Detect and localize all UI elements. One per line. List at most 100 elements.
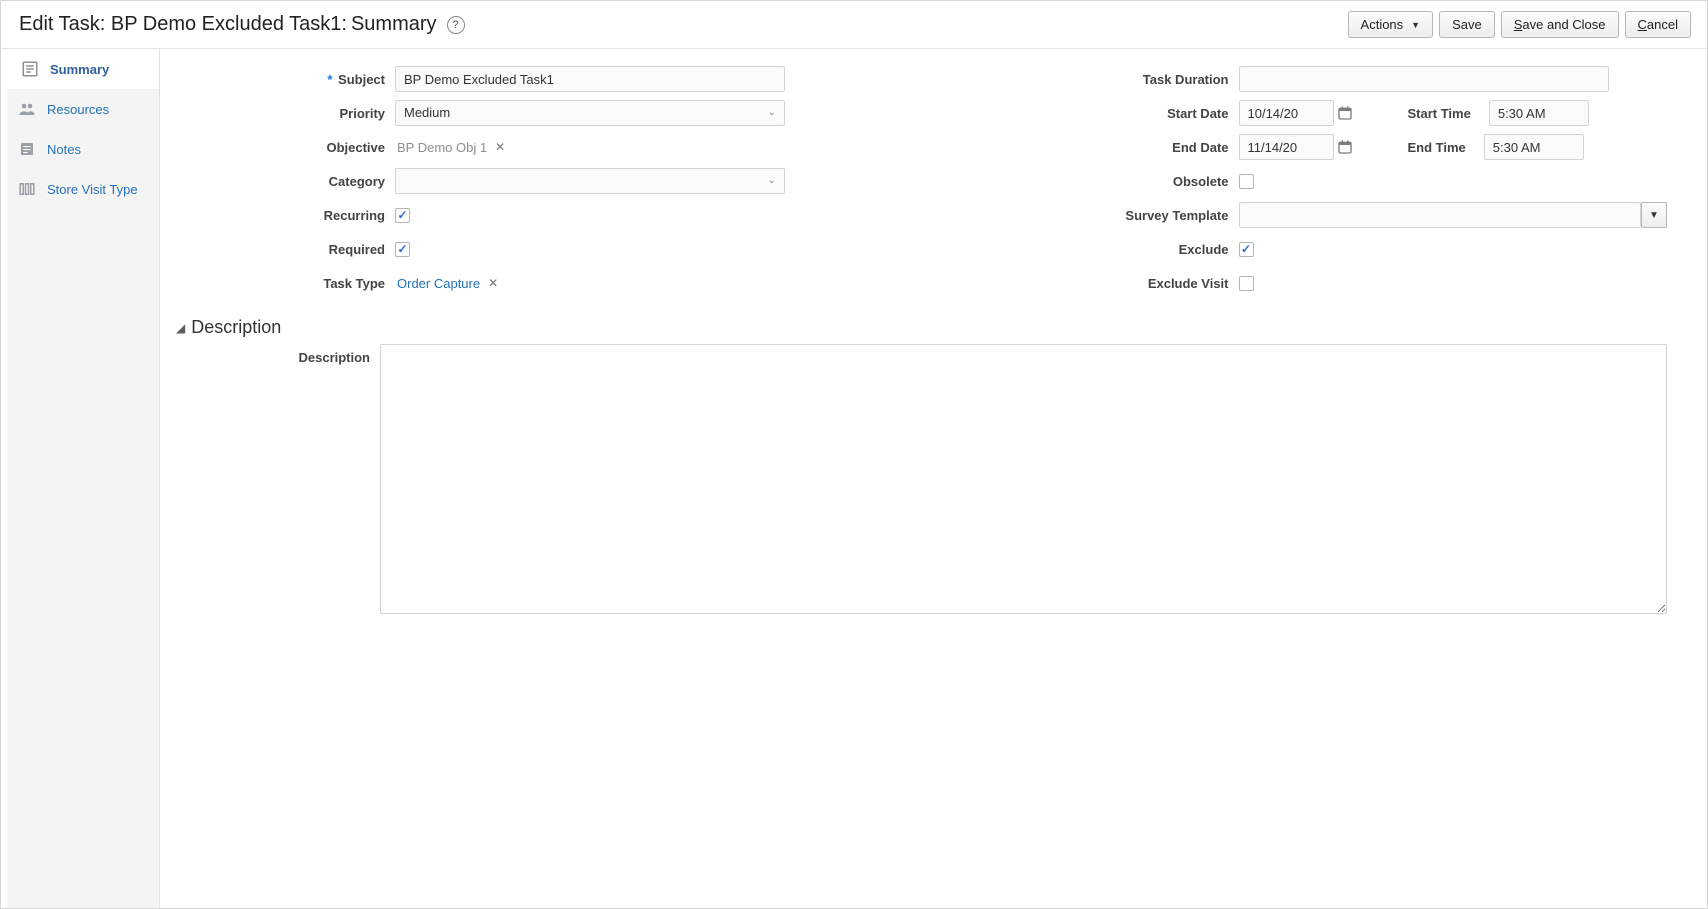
recurring-row: Recurring: [170, 201, 899, 229]
subject-label: * Subject: [170, 72, 395, 87]
exclude-label: Exclude: [939, 242, 1239, 257]
priority-value: Medium: [404, 101, 450, 125]
actions-button[interactable]: Actions ▼: [1348, 11, 1434, 38]
priority-select[interactable]: Medium ⌄: [395, 100, 785, 126]
title-prefix: Edit Task: BP Demo Excluded Task1:: [19, 13, 347, 36]
header-button-bar: Actions ▼ Save Save and Close Cancel: [1348, 11, 1691, 38]
calendar-icon[interactable]: [1336, 102, 1354, 124]
cancel-button[interactable]: Cancel: [1625, 11, 1691, 38]
start-date-input[interactable]: [1239, 100, 1334, 126]
objective-remove-icon[interactable]: ✕: [495, 140, 505, 154]
end-date-row: End Date End Time: [939, 133, 1668, 161]
save-and-close-button[interactable]: Save and Close: [1501, 11, 1619, 38]
required-label: Required: [170, 242, 395, 257]
recurring-label: Recurring: [170, 208, 395, 223]
main-content: * Subject Priority Medium ⌄: [160, 49, 1707, 908]
recurring-checkbox[interactable]: [395, 208, 410, 223]
task-type-row: Task Type Order Capture ✕: [170, 269, 899, 297]
form-col-right: Task Duration Start Date: [939, 59, 1668, 303]
start-time-label: Start Time: [1408, 106, 1471, 121]
sidebar-item-label: Summary: [50, 62, 109, 77]
exclude-visit-label: Exclude Visit: [939, 276, 1239, 291]
description-section-header[interactable]: ◢ Description: [176, 317, 1667, 338]
category-label: Category: [170, 174, 395, 189]
help-icon[interactable]: ?: [447, 16, 465, 34]
objective-chip-text: BP Demo Obj 1: [397, 140, 487, 155]
priority-label: Priority: [170, 106, 395, 121]
chevron-down-icon: ▼: [1411, 20, 1420, 30]
subject-input[interactable]: [395, 66, 785, 92]
notes-icon: [17, 139, 37, 159]
save-button-label: Save: [1452, 17, 1482, 32]
description-row: Description: [170, 344, 1667, 614]
exclude-checkbox[interactable]: [1239, 242, 1254, 257]
sidebar-item-resources[interactable]: Resources: [7, 89, 159, 129]
page-root: Edit Task: BP Demo Excluded Task1: Summa…: [0, 0, 1708, 909]
start-time-input[interactable]: [1489, 100, 1589, 126]
cancel-button-label: Cancel: [1638, 17, 1678, 32]
chevron-down-icon: ⌄: [768, 101, 776, 125]
obsolete-checkbox[interactable]: [1239, 174, 1254, 189]
start-time-wrap: [1489, 100, 1589, 126]
sidebar-item-label: Resources: [47, 102, 109, 117]
end-date-input[interactable]: [1239, 134, 1334, 160]
category-select[interactable]: ⌄: [395, 168, 785, 194]
subject-row: * Subject: [170, 65, 899, 93]
required-asterisk-icon: *: [327, 72, 332, 87]
end-time-label: End Time: [1408, 140, 1466, 155]
disclosure-triangle-icon: ◢: [176, 321, 185, 335]
sidebar-item-notes[interactable]: Notes: [7, 129, 159, 169]
summary-icon: [20, 59, 40, 79]
form-columns: * Subject Priority Medium ⌄: [170, 59, 1667, 303]
end-date-wrap: [1239, 134, 1354, 160]
form-col-left: * Subject Priority Medium ⌄: [170, 59, 899, 303]
objective-label: Objective: [170, 140, 395, 155]
end-time-wrap: [1484, 134, 1584, 160]
start-date-label: Start Date: [939, 106, 1239, 121]
task-type-chip-text[interactable]: Order Capture: [397, 276, 480, 291]
task-duration-input[interactable]: [1239, 66, 1609, 92]
category-row: Category ⌄: [170, 167, 899, 195]
duration-row: Task Duration: [939, 65, 1668, 93]
sidebar-item-store-visit-type[interactable]: Store Visit Type: [7, 169, 159, 209]
end-time-input[interactable]: [1484, 134, 1584, 160]
task-type-remove-icon[interactable]: ✕: [488, 276, 498, 290]
exclude-visit-row: Exclude Visit: [939, 269, 1668, 297]
chevron-down-icon: ⌄: [768, 169, 776, 193]
page-header: Edit Task: BP Demo Excluded Task1: Summa…: [1, 1, 1707, 49]
page-title: Edit Task: BP Demo Excluded Task1: Summa…: [19, 13, 465, 36]
description-textarea[interactable]: [380, 344, 1667, 614]
objective-chip: BP Demo Obj 1 ✕: [395, 140, 899, 155]
resources-icon: [17, 99, 37, 119]
required-row: Required: [170, 235, 899, 263]
sidebar-item-label: Notes: [47, 142, 81, 157]
required-checkbox[interactable]: [395, 242, 410, 257]
page-body: Summary Resources Notes Store Visit Type: [1, 49, 1707, 908]
save-button[interactable]: Save: [1439, 11, 1495, 38]
obsolete-row: Obsolete: [939, 167, 1668, 195]
sidebar-item-summary[interactable]: Summary: [7, 49, 159, 89]
exclude-row: Exclude: [939, 235, 1668, 263]
survey-template-row: Survey Template ▼: [939, 201, 1668, 229]
task-type-label: Task Type: [170, 276, 395, 291]
title-suffix: Summary: [351, 13, 437, 36]
exclude-visit-checkbox[interactable]: [1239, 276, 1254, 291]
description-label: Description: [170, 344, 380, 614]
task-type-chip: Order Capture ✕: [395, 276, 899, 291]
save-and-close-button-label: Save and Close: [1514, 17, 1606, 32]
start-date-wrap: [1239, 100, 1354, 126]
priority-row: Priority Medium ⌄: [170, 99, 899, 127]
survey-template-dropdown-button[interactable]: ▼: [1641, 202, 1667, 228]
survey-template-label: Survey Template: [939, 208, 1239, 223]
subject-label-text: Subject: [338, 72, 385, 87]
objective-row: Objective BP Demo Obj 1 ✕: [170, 133, 899, 161]
description-heading: Description: [191, 317, 281, 338]
survey-template-input[interactable]: [1239, 202, 1642, 228]
duration-label: Task Duration: [939, 72, 1239, 87]
calendar-icon[interactable]: [1336, 136, 1354, 158]
end-date-label: End Date: [939, 140, 1239, 155]
start-date-row: Start Date Start Time: [939, 99, 1668, 127]
sidebar-item-label: Store Visit Type: [47, 182, 138, 197]
sidebar: Summary Resources Notes Store Visit Type: [7, 49, 160, 908]
actions-button-label: Actions: [1361, 17, 1404, 32]
